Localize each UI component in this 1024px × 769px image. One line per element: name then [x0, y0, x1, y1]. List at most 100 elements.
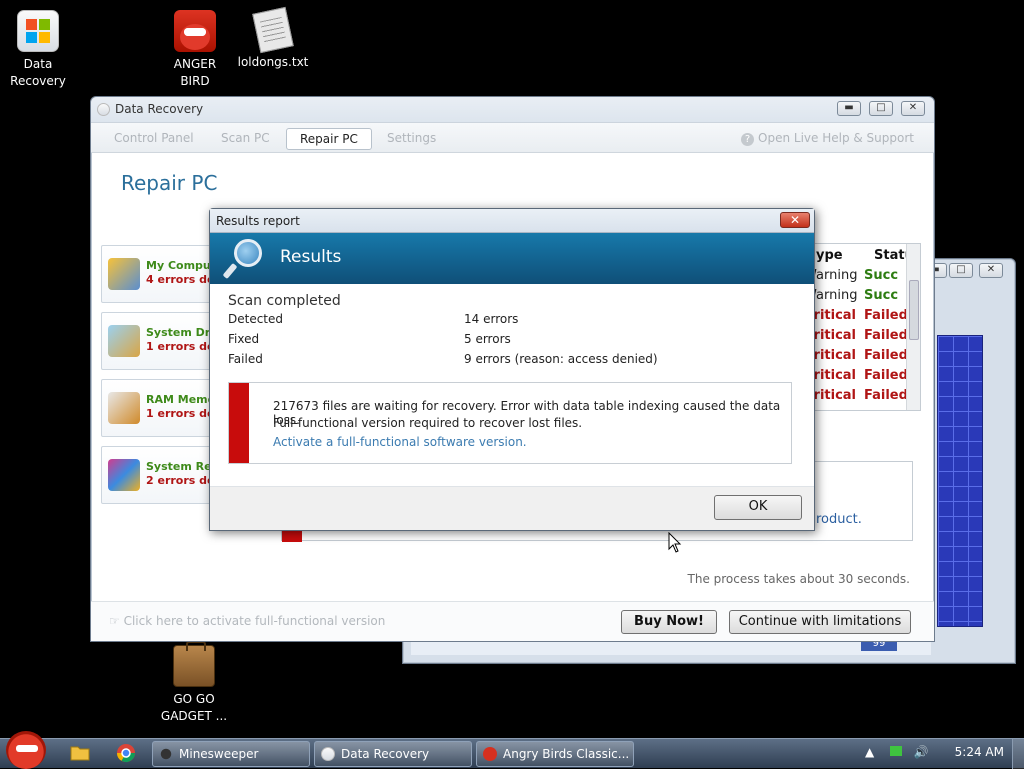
desktop-icon-label: GO GO GADGET ...: [160, 692, 228, 723]
ok-button[interactable]: OK: [714, 495, 802, 520]
row-status: Failed: [864, 348, 908, 363]
activate-label: Click here to activate full-functional v…: [123, 614, 386, 628]
show-desktop-button[interactable]: [1012, 739, 1024, 769]
minesweeper-icon: [159, 747, 173, 761]
close-button[interactable]: ✕: [901, 101, 925, 116]
mine-grid[interactable]: [937, 335, 983, 627]
desktop-icon-label: ANGER BIRD: [173, 57, 217, 88]
table-row[interactable]: Critical Failed: [804, 388, 920, 408]
maximize-button[interactable]: □: [949, 263, 973, 278]
magnifier-icon: [224, 239, 262, 279]
desktop-icon-data-recovery[interactable]: Data Recovery: [0, 10, 78, 90]
tab-repair-pc[interactable]: Repair PC: [286, 128, 372, 150]
chrome-icon: [117, 744, 135, 763]
windows-logo-icon: [17, 10, 59, 52]
continue-limitations-button[interactable]: Continue with limitations: [729, 610, 911, 634]
stat-label-failed: Failed: [228, 352, 263, 366]
tab-bar: Control Panel Scan PC Repair PC Settings…: [91, 123, 934, 153]
title-bar[interactable]: Data Recovery ▬ □ ✕: [91, 97, 934, 123]
column-header-type: ype: [816, 248, 843, 263]
tray-expand-icon[interactable]: ▲: [865, 745, 874, 759]
help-link[interactable]: ? Open Live Help & Support: [741, 131, 914, 146]
app-logo-icon: [97, 103, 110, 116]
task-data-recovery[interactable]: Data Recovery: [314, 741, 472, 767]
folder-icon: [70, 746, 90, 761]
stat-value-failed: 9 errors (reason: access denied): [464, 352, 658, 366]
row-status: Failed: [864, 328, 908, 343]
clock[interactable]: 5:24 AM: [955, 745, 1004, 759]
drive-icon: [108, 325, 140, 357]
network-icon[interactable]: [890, 746, 903, 756]
duration-text: The process takes about 30 seconds.: [687, 572, 910, 586]
explorer-pin[interactable]: [70, 743, 94, 765]
banner-title: Results: [280, 247, 342, 267]
app-logo-icon: [321, 747, 335, 761]
table-row[interactable]: Critical Failed: [804, 308, 920, 328]
table-row[interactable]: Critical Failed: [804, 328, 920, 348]
category-name: System Reg: [146, 460, 212, 473]
volume-icon[interactable]: 🔊: [914, 745, 929, 759]
dialog-close-button[interactable]: ✕: [780, 212, 810, 228]
category-errors: 1 errors det: [146, 407, 212, 420]
tab-control-panel[interactable]: Control Panel: [101, 128, 207, 150]
maximize-button[interactable]: □: [869, 101, 893, 116]
taskbar: Minesweeper Data Recovery Angry Birds Cl…: [0, 731, 1024, 769]
tab-scan-pc[interactable]: Scan PC: [208, 128, 283, 150]
desktop-icon-anger-bird[interactable]: ANGER BIRD: [155, 10, 235, 90]
task-minesweeper[interactable]: Minesweeper: [152, 741, 310, 767]
scrollbar-thumb[interactable]: [909, 280, 919, 340]
category-name: System Driv: [146, 326, 212, 339]
system-tray: ▲ 🔊 5:24 AM: [865, 745, 1004, 759]
dialog-title: Results report: [216, 214, 300, 228]
angry-bird-start-icon: [6, 731, 46, 769]
table-scrollbar[interactable]: [906, 244, 920, 410]
desktop-icon-go-go-gadget[interactable]: GO GO GADGET ...: [154, 641, 234, 725]
scan-status: Scan completed: [228, 293, 341, 309]
buy-now-button[interactable]: Buy Now!: [621, 610, 717, 634]
results-table[interactable]: ype Statu Warning Succ Warning Succ Crit…: [803, 243, 921, 411]
stat-value-fixed: 5 errors: [464, 332, 511, 346]
results-banner: Results: [210, 233, 814, 284]
row-status: Succ: [864, 288, 899, 303]
info-link-tail[interactable]: roduct.: [816, 512, 862, 527]
dialog-title-bar[interactable]: Results report ✕: [210, 209, 814, 233]
task-label: Minesweeper: [179, 747, 259, 761]
recovery-alert: 217673 files are waiting for recovery. E…: [228, 382, 792, 464]
computer-icon: [108, 258, 140, 290]
minimize-button[interactable]: ▬: [837, 101, 861, 116]
stat-value-detected: 14 errors: [464, 312, 519, 326]
row-status: Failed: [864, 308, 908, 323]
row-status: Failed: [864, 368, 908, 383]
table-row[interactable]: Critical Failed: [804, 368, 920, 388]
activate-link[interactable]: ☞ Click here to activate full-functional…: [109, 614, 385, 628]
chrome-pin[interactable]: [116, 743, 140, 765]
desktop-icon-label: loldongs.txt: [237, 55, 309, 69]
category-name: RAM Memo: [146, 393, 212, 406]
row-status: Succ: [864, 268, 899, 283]
activate-full-version-link[interactable]: Activate a full-functional software vers…: [273, 435, 527, 449]
category-errors: 4 errors det: [146, 273, 212, 286]
help-label: Open Live Help & Support: [758, 131, 914, 145]
start-button[interactable]: [0, 731, 52, 769]
window-title: Data Recovery: [115, 102, 204, 116]
tab-settings[interactable]: Settings: [374, 128, 449, 150]
close-button[interactable]: ✕: [979, 263, 1003, 278]
table-row[interactable]: Warning Succ: [804, 268, 920, 288]
help-icon: ?: [741, 133, 755, 146]
results-dialog[interactable]: Results report ✕ Results Scan completed …: [209, 208, 815, 531]
desktop-icon-loldongs[interactable]: loldongs.txt: [233, 6, 313, 71]
stat-label-fixed: Fixed: [228, 332, 260, 346]
alert-red-bar: [229, 383, 249, 463]
task-label: Data Recovery: [341, 747, 430, 761]
angry-bird-icon: [174, 10, 216, 52]
table-row[interactable]: Warning Succ: [804, 288, 920, 308]
briefcase-icon: [173, 641, 215, 687]
task-angry-birds[interactable]: Angry Birds Classic...: [476, 741, 634, 767]
table-row[interactable]: Critical Failed: [804, 348, 920, 368]
dialog-footer: OK: [210, 486, 814, 530]
stat-label-detected: Detected: [228, 312, 284, 326]
bottom-bar: ☞ Click here to activate full-functional…: [91, 601, 934, 641]
category-errors: 2 errors det: [146, 474, 212, 487]
category-name: My Comput: [146, 259, 212, 272]
ram-icon: [108, 392, 140, 424]
